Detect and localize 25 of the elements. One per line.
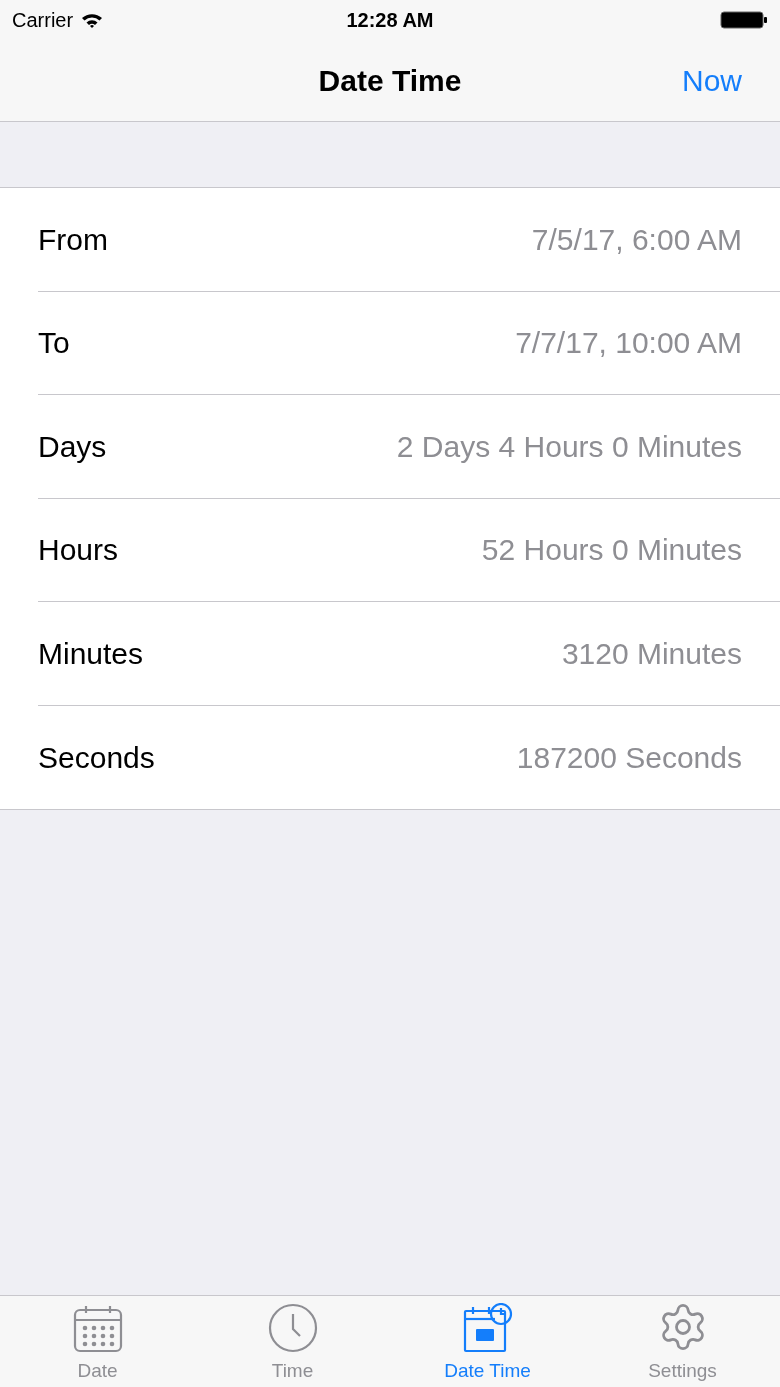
row-value: 2 Days 4 Hours 0 Minutes — [396, 428, 742, 465]
battery-icon — [720, 10, 768, 30]
clock-icon — [267, 1302, 318, 1353]
row-value: 52 Hours 0 Minutes — [481, 532, 742, 569]
row-label: Days — [38, 428, 107, 465]
wifi-icon — [81, 12, 104, 28]
row-label: Hours — [38, 532, 119, 569]
row-label: From — [38, 221, 108, 258]
calendar-icon — [72, 1304, 123, 1353]
tab-item[interactable]: Settings — [585, 1296, 780, 1387]
row-value: 3120 Minutes — [561, 635, 742, 672]
calendar-clock-icon — [462, 1302, 513, 1353]
row-value: 187200 Seconds — [516, 739, 742, 776]
now-button[interactable]: Now — [682, 58, 742, 103]
row-label: Seconds — [38, 739, 155, 776]
row-value: 7/5/17, 6:00 AM — [531, 221, 742, 258]
tab-item[interactable]: Date — [0, 1296, 195, 1387]
tab-item[interactable]: Time — [195, 1296, 390, 1387]
tab-item[interactable]: Date Time — [390, 1296, 585, 1387]
nav-title: Date Time — [318, 63, 462, 99]
row-label: To — [38, 325, 70, 362]
carrier-label: Carrier — [12, 8, 74, 33]
status-time: 12:28 AM — [346, 8, 434, 33]
row-label: Minutes — [38, 635, 144, 672]
row-value: 7/7/17, 10:00 AM — [515, 325, 742, 362]
